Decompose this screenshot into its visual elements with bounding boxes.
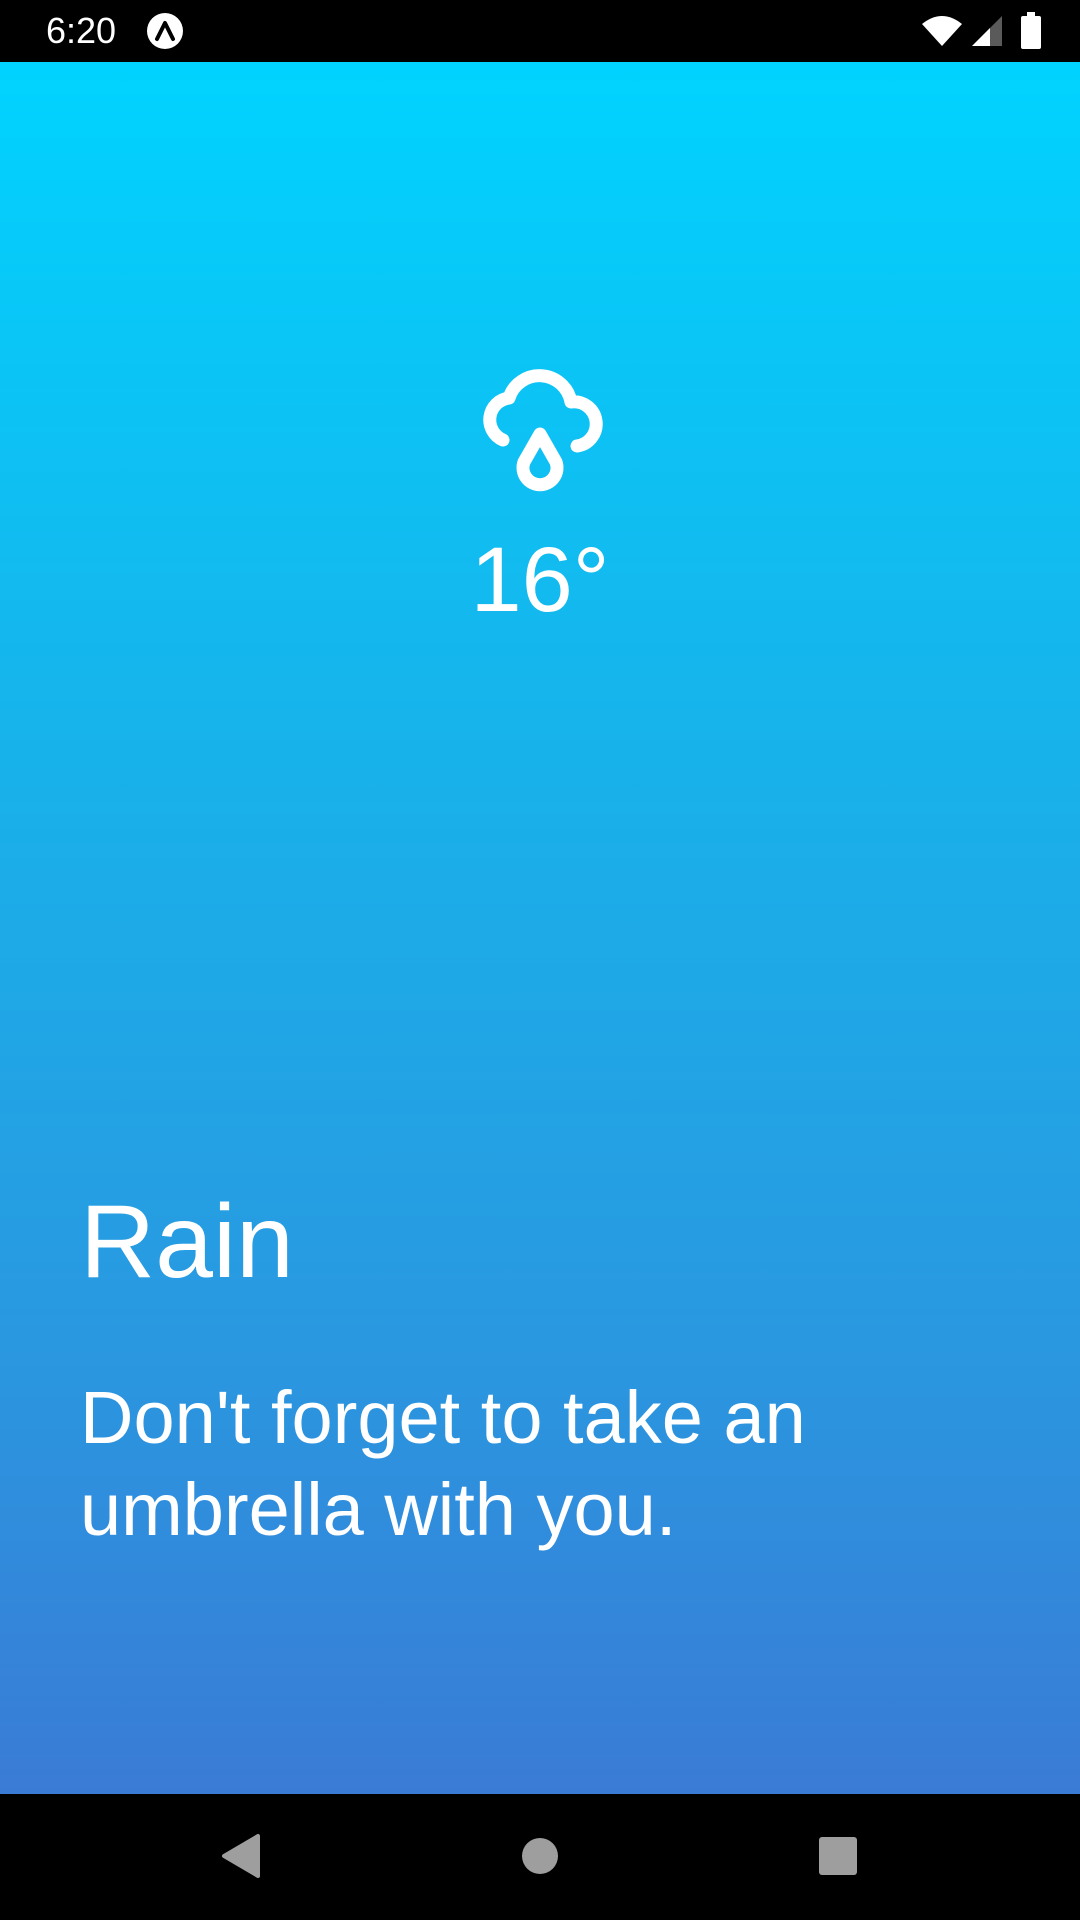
status-time: 6:20 <box>46 10 117 51</box>
wifi-icon <box>920 14 964 48</box>
recents-icon <box>818 1836 858 1881</box>
status-bar: 6:20 <box>0 0 1080 62</box>
back-icon <box>218 1832 262 1885</box>
app-logo-icon <box>146 12 184 50</box>
weather-screen: 16° Rain Don't forget to take an umbrell… <box>0 62 1080 1794</box>
rain-cloud-icon <box>461 362 619 502</box>
back-button[interactable] <box>200 1818 280 1898</box>
battery-icon <box>1020 12 1042 50</box>
recents-button[interactable] <box>798 1818 878 1898</box>
navigation-bar <box>0 1794 1080 1920</box>
condition-title: Rain <box>80 1184 294 1300</box>
cell-signal-icon <box>970 14 1004 48</box>
temperature: 16° <box>470 529 610 631</box>
condition-message: Don't forget to take an umbrella with yo… <box>80 1376 806 1551</box>
home-icon <box>520 1836 560 1881</box>
home-button[interactable] <box>500 1818 580 1898</box>
screen: 6:20 16° Rain Don't forget to take an um… <box>0 0 1080 1920</box>
